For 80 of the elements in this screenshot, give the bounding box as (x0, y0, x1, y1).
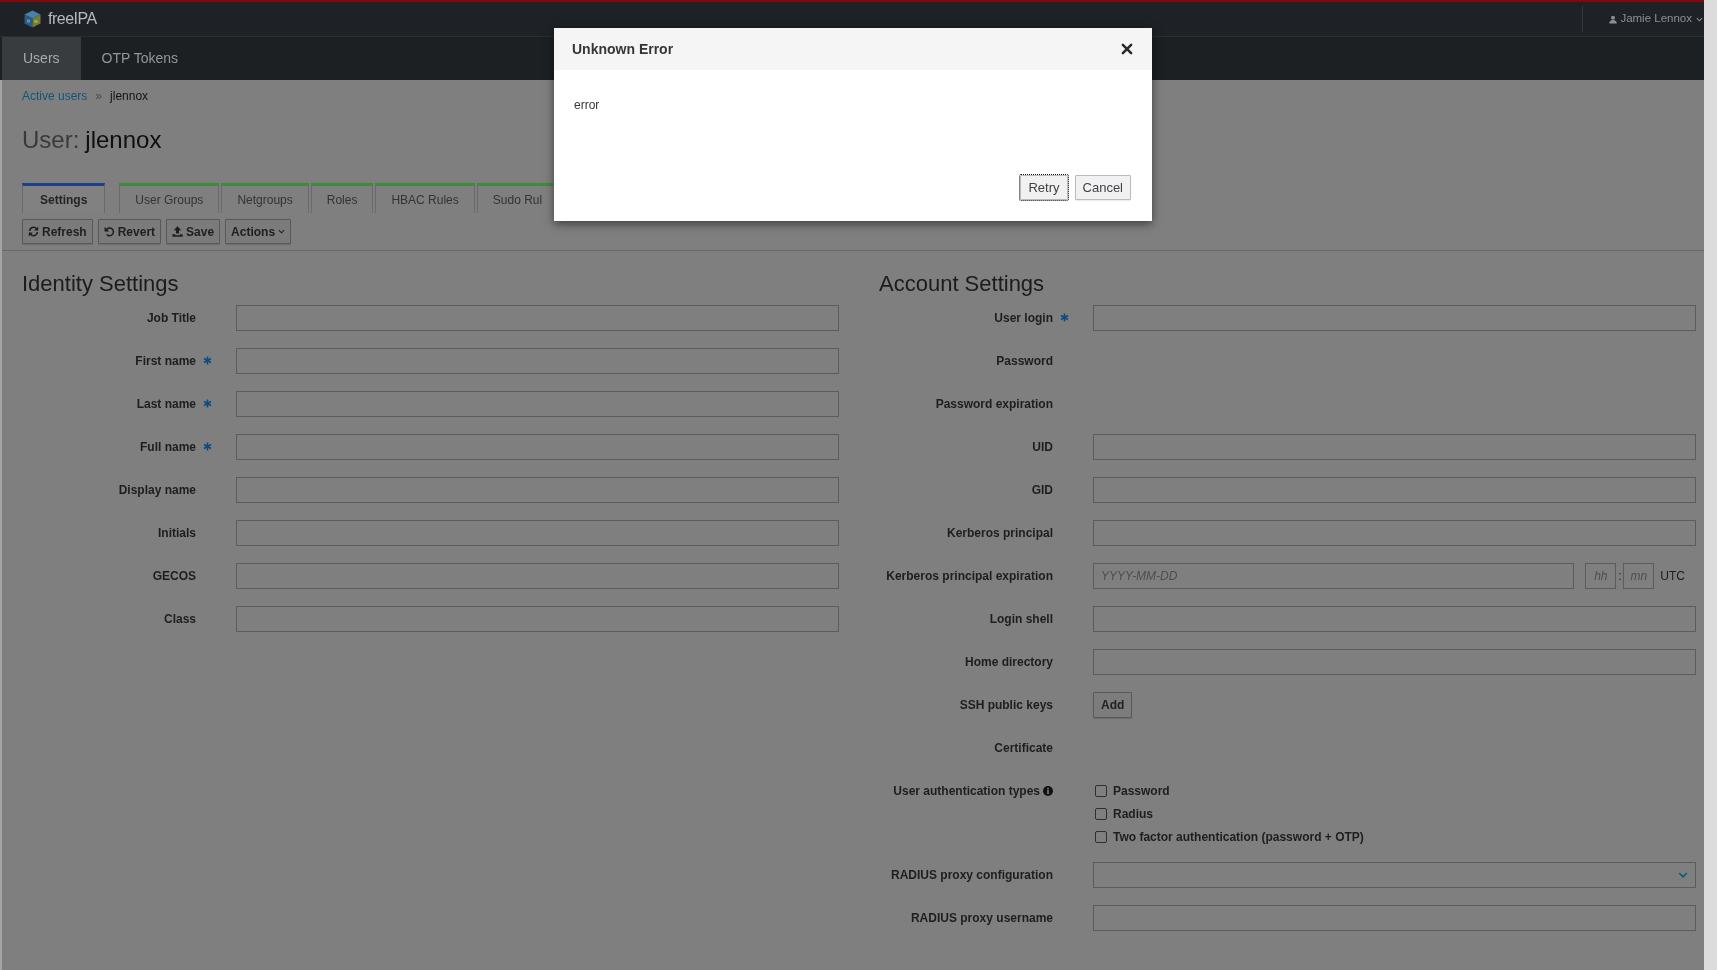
field-label: Kerberos principal expiration (886, 567, 1053, 585)
text-field[interactable] (1093, 519, 1696, 546)
field-label: Job Title (146, 309, 196, 327)
field-label: Initials (158, 524, 196, 542)
text-field[interactable] (236, 476, 839, 503)
dialog-message: error (574, 98, 600, 112)
close-icon[interactable] (1121, 43, 1133, 55)
tab[interactable]: Sudo Rul (476, 183, 553, 213)
field-label: Home directory (964, 653, 1053, 671)
toolbar-button[interactable]: Revert (97, 219, 162, 244)
text-field[interactable] (236, 519, 839, 546)
chevron-down-icon (1696, 15, 1703, 23)
section-heading: Identity Settings (22, 272, 179, 296)
tab[interactable]: Netgroups (221, 183, 309, 213)
select-field[interactable] (1093, 861, 1696, 888)
checkbox-label: Password (1113, 782, 1170, 800)
user-menu[interactable]: Jamie Lennox (1583, 10, 1704, 28)
checkbox[interactable] (1095, 830, 1107, 843)
time-separator: : (1617, 567, 1623, 585)
text-field[interactable] (236, 433, 839, 460)
text-field[interactable] (1093, 476, 1696, 503)
field-label: Last name (136, 395, 196, 413)
field-label: RADIUS proxy username (910, 909, 1053, 927)
breadcrumb-separator: » (95, 88, 103, 105)
checkbox[interactable] (1095, 784, 1107, 797)
user-icon (1609, 14, 1618, 24)
dialog-button[interactable]: Cancel (1074, 175, 1131, 200)
checkbox[interactable] (1095, 807, 1107, 820)
field-label: Certificate (994, 739, 1053, 757)
section-heading: Account Settings (879, 272, 1045, 296)
checkbox-label: Two factor authentication (password + OTP) (1113, 828, 1364, 846)
dialog-title: Unknown Error (572, 39, 674, 59)
chevron-down-icon (278, 228, 286, 235)
scrollbar-track[interactable] (1704, 0, 1717, 970)
page-title-prefix: User: (22, 125, 80, 155)
field-label: First name (135, 352, 196, 370)
field-label: Full name (140, 438, 196, 456)
text-field[interactable] (236, 562, 839, 589)
nav-tab[interactable]: Users (2, 37, 81, 80)
toolbar-button[interactable]: Refresh (22, 219, 93, 244)
timezone-label: UTC (1660, 567, 1685, 585)
field-label: Password (996, 352, 1053, 370)
field-label: Kerberos principal (946, 524, 1053, 542)
dialog-button[interactable]: Retry (1020, 175, 1068, 200)
text-field[interactable] (236, 605, 839, 632)
breadcrumb-link[interactable]: Active users (22, 87, 88, 105)
text-field[interactable] (1093, 605, 1696, 632)
field-label: User authentication types (893, 782, 1040, 800)
checkbox-label: Radius (1113, 805, 1153, 823)
field-label: Display name (118, 481, 196, 499)
tab[interactable]: HBAC Rules (375, 183, 475, 213)
field-label: SSH public keys (959, 696, 1053, 714)
text-field[interactable] (1093, 304, 1696, 331)
add-button[interactable]: Add (1093, 691, 1133, 718)
text-field[interactable] (236, 304, 839, 331)
undo-icon (103, 226, 115, 237)
field-label: Login shell (989, 610, 1053, 628)
text-field[interactable] (1093, 904, 1696, 931)
toolbar-button[interactable]: Actions (225, 219, 292, 244)
text-field[interactable] (236, 390, 839, 417)
page-title: jlennox (85, 125, 162, 155)
tab[interactable]: Roles (310, 183, 374, 213)
field-label: UID (1032, 438, 1053, 456)
cube-logo-icon (24, 10, 41, 28)
upload-icon (172, 226, 184, 237)
text-field[interactable] (1093, 433, 1696, 460)
field-label: Class (163, 610, 196, 628)
field-label: RADIUS proxy configuration (891, 866, 1053, 884)
text-field[interactable] (1093, 648, 1696, 675)
refresh-icon (28, 226, 39, 237)
field-label: User login (994, 309, 1053, 327)
toolbar-button[interactable]: Save (166, 219, 221, 244)
text-field[interactable] (236, 347, 839, 374)
field-label: GECOS (152, 567, 196, 585)
breadcrumb-current: jlennox (110, 88, 149, 105)
field-label: GID (1031, 481, 1053, 499)
field-label: Password expiration (935, 395, 1053, 413)
tab[interactable]: Settings (22, 183, 106, 213)
app-logo-text: freeIPA (48, 9, 97, 29)
tab[interactable]: User Groups (119, 183, 220, 213)
